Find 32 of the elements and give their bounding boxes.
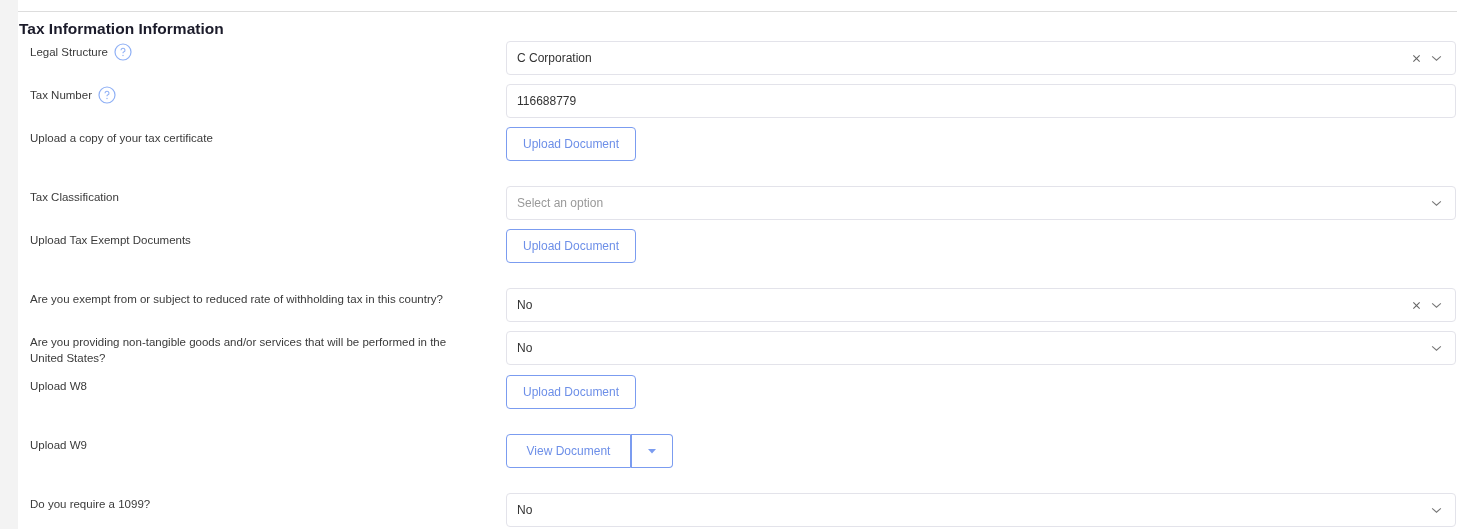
- dropdown-toggle-button[interactable]: [631, 434, 673, 468]
- field-label: Do you require a 1099?: [30, 497, 151, 512]
- clear-icon[interactable]: [1412, 300, 1421, 310]
- select-value: No: [517, 341, 534, 355]
- field-label: Tax Classification: [30, 190, 119, 205]
- select-field[interactable]: C Corporation: [506, 41, 1456, 75]
- field-label: Upload W8: [30, 379, 87, 394]
- field-label: Upload a copy of your tax certificate: [30, 131, 213, 146]
- text-field[interactable]: 116688779: [506, 84, 1456, 118]
- clear-icon[interactable]: [1412, 53, 1421, 63]
- section-title: Tax Information Information: [19, 20, 225, 38]
- caret-icon: [647, 448, 656, 454]
- select-field[interactable]: No: [506, 288, 1456, 322]
- select-field[interactable]: No: [506, 493, 1456, 527]
- select-placeholder: Select an option: [517, 196, 605, 210]
- chevron-down-icon[interactable]: [1431, 301, 1442, 309]
- field-label: Are you providing non-tangible goods and/or services that will be performed in the United States?: [30, 335, 448, 366]
- select-value: No: [517, 503, 534, 517]
- help-icon[interactable]: [114, 43, 132, 61]
- field-label: Upload Tax Exempt Documents: [30, 233, 191, 248]
- chevron-down-icon[interactable]: [1431, 199, 1442, 207]
- select-value: No: [517, 298, 534, 312]
- field-label: Legal Structure: [30, 45, 108, 60]
- chevron-down-icon[interactable]: [1431, 344, 1442, 352]
- chevron-down-icon[interactable]: [1431, 506, 1442, 514]
- help-icon[interactable]: [98, 86, 116, 104]
- select-field[interactable]: No: [506, 331, 1456, 365]
- field-label: Tax Number: [30, 88, 92, 103]
- field-label: Upload W9: [30, 438, 87, 453]
- chevron-down-icon[interactable]: [1431, 54, 1442, 62]
- select-value: C Corporation: [517, 51, 593, 65]
- field-label: Are you exempt from or subject to reduced rate of withholding tax in this country?: [30, 292, 443, 307]
